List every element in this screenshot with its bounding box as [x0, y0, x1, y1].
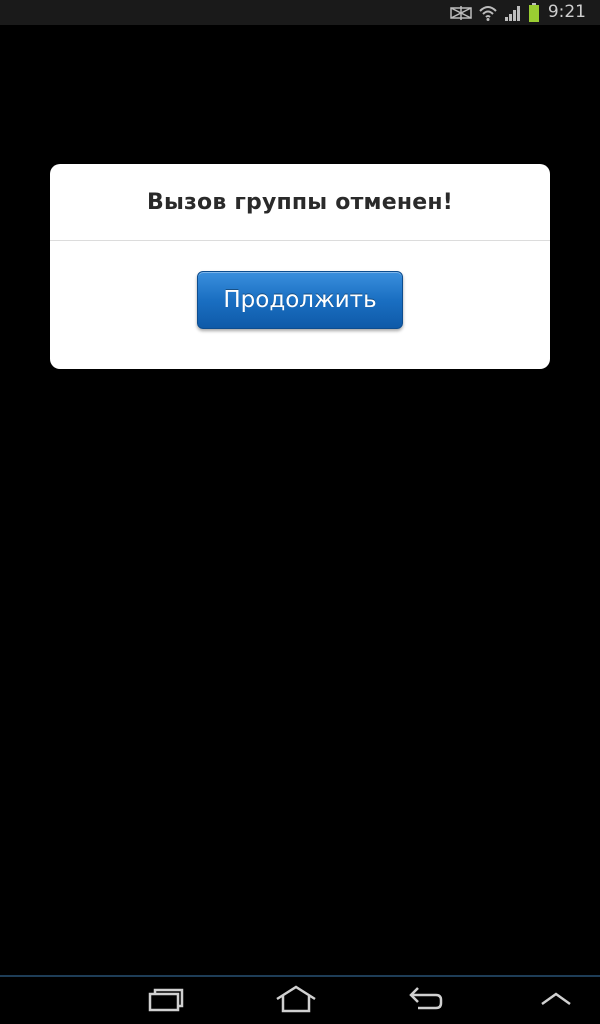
dialog: Вызов группы отменен! Продолжить [50, 164, 550, 369]
menu-up-icon [539, 989, 573, 1013]
status-bar: 9:21 [0, 0, 600, 25]
wifi-icon [478, 4, 498, 22]
menu-up-button[interactable] [536, 985, 576, 1017]
recent-apps-button[interactable] [146, 985, 186, 1017]
dialog-body: Продолжить [50, 241, 550, 369]
back-button[interactable] [406, 985, 446, 1017]
home-button[interactable] [276, 985, 316, 1017]
continue-button[interactable]: Продолжить [197, 271, 403, 329]
screen: 9:21 Вызов группы отменен! Продолжить [0, 0, 600, 1024]
nav-bar [0, 975, 600, 1024]
signal-blocked-icon [450, 5, 472, 21]
recent-apps-icon [147, 986, 185, 1016]
battery-icon [528, 2, 540, 23]
status-time: 9:21 [547, 2, 586, 22]
back-icon [408, 985, 444, 1017]
cell-signal-icon [504, 4, 522, 22]
dialog-title: Вызов группы отменен! [146, 189, 453, 215]
home-icon [275, 985, 317, 1017]
